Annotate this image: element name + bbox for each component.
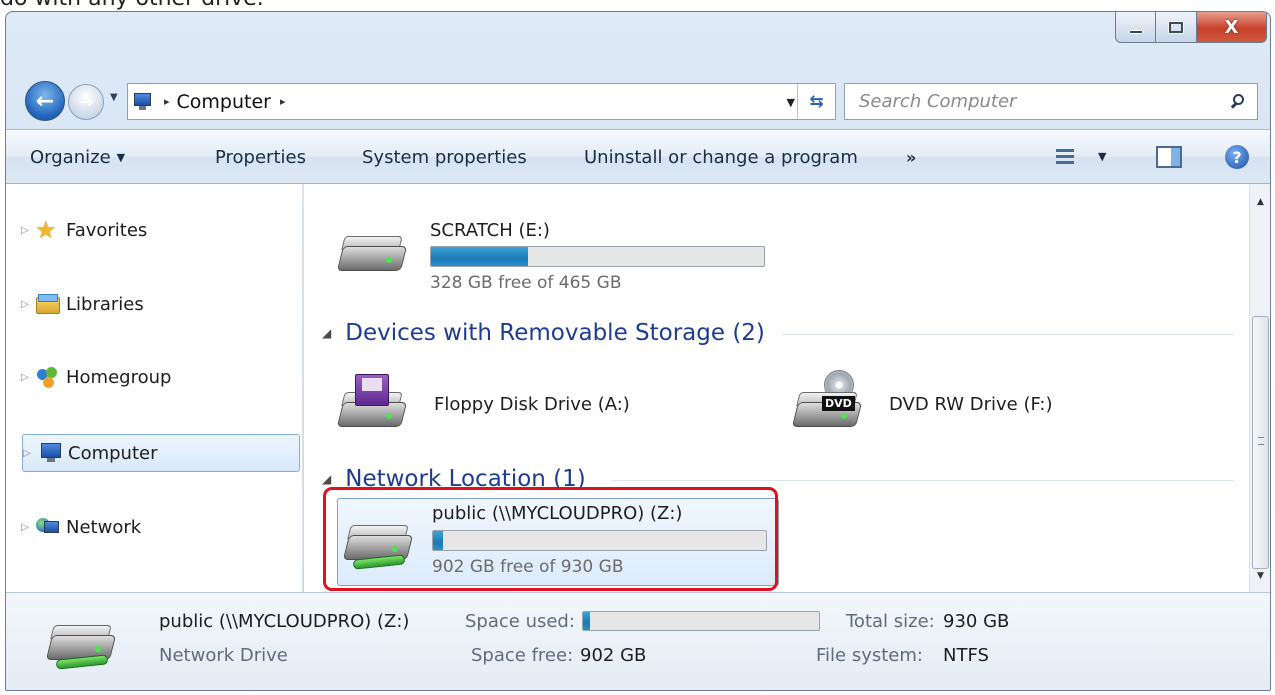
arrow-left-icon: ← [35, 88, 55, 114]
organize-label: Organize [30, 147, 111, 168]
expand-arrow-icon[interactable]: ▷ [21, 225, 35, 236]
breadcrumb-separator[interactable]: ▸ [164, 95, 170, 108]
file-system-label: File system: [816, 645, 923, 666]
group-divider [612, 480, 1234, 481]
breadcrumb-computer[interactable]: Computer [177, 91, 271, 113]
floppy-drive-icon [336, 374, 408, 440]
forward-button[interactable]: → [68, 84, 104, 120]
total-size-value: 930 GB [943, 611, 1010, 632]
details-pane: public (\\MYCLOUDPRO) (Z:) Network Drive… [6, 592, 1270, 690]
preview-pane-icon[interactable] [1156, 146, 1182, 168]
nav-item-homegroup[interactable]: ▷ Homegroup [21, 358, 299, 396]
refresh-button[interactable]: ⇆ [797, 84, 835, 119]
help-icon[interactable]: ? [1225, 145, 1249, 169]
nav-item-label: Network [66, 516, 142, 538]
group-divider [782, 334, 1234, 335]
group-header-label: Devices with Removable Storage (2) [345, 320, 765, 346]
file-system-value: NTFS [943, 645, 989, 666]
minimize-icon [1128, 30, 1143, 34]
change-view-icon[interactable] [1056, 148, 1074, 166]
properties-button[interactable]: Properties [215, 130, 306, 185]
libraries-icon [35, 293, 61, 315]
close-button[interactable]: X [1197, 12, 1267, 43]
address-bar[interactable]: ▸ Computer ▸ ▼ ⇆ [127, 83, 836, 120]
view-options-dropdown[interactable]: ▼ [1098, 150, 1106, 163]
group-header-removable[interactable]: ◢ Devices with Removable Storage (2) [322, 320, 765, 346]
scroll-thumb[interactable] [1252, 316, 1269, 569]
star-icon: ★ [35, 216, 57, 244]
nav-item-libraries[interactable]: ▷ Libraries [21, 285, 299, 323]
network-drive-icon [45, 613, 117, 673]
nav-item-label: Computer [68, 442, 158, 464]
scroll-up-button[interactable]: ▲ [1250, 192, 1270, 212]
drive-name: DVD RW Drive (F:) [889, 394, 1053, 415]
homegroup-icon [35, 366, 61, 388]
address-history-dropdown[interactable]: ▼ [787, 96, 795, 109]
expand-arrow-icon[interactable]: ▷ [21, 299, 35, 310]
breadcrumb-trail-arrow[interactable]: ▸ [280, 95, 286, 108]
navigation-pane: ▷ ★ Favorites ▷ Libraries ▷ Homegroup ▷ … [6, 184, 303, 592]
window-controls: X [1115, 12, 1267, 44]
maximize-icon [1169, 21, 1183, 33]
refresh-icon: ⇆ [809, 91, 824, 112]
navigation-row: ← → ▼ ▸ Computer ▸ ▼ ⇆ Search Computer [6, 74, 1270, 134]
space-free-value: 902 GB [580, 645, 647, 666]
space-used-fill [583, 612, 591, 630]
vertical-scrollbar[interactable]: ▲ ▼ [1249, 184, 1270, 592]
space-free-label: Space free: [471, 645, 574, 666]
uninstall-program-button[interactable]: Uninstall or change a program [584, 130, 858, 185]
maximize-button[interactable] [1156, 12, 1197, 43]
computer-icon [131, 92, 155, 111]
collapse-group-icon[interactable]: ◢ [322, 326, 331, 340]
total-size-label: Total size: [846, 611, 935, 632]
nav-item-network[interactable]: ▷ Network [21, 508, 299, 546]
dvd-badge: DVD [822, 396, 855, 411]
expand-arrow-icon[interactable]: ▷ [21, 372, 35, 383]
page-caption: do with any other drive. [0, 0, 264, 11]
details-drive-type: Network Drive [159, 645, 288, 666]
space-used-bar [582, 611, 820, 631]
system-properties-button[interactable]: System properties [362, 130, 527, 185]
scroll-down-button[interactable]: ▼ [1250, 566, 1270, 586]
nav-item-label: Favorites [66, 219, 148, 241]
computer-icon [37, 442, 63, 464]
more-commands-button[interactable]: » [906, 130, 916, 185]
drive-name: Floppy Disk Drive (A:) [434, 394, 630, 415]
collapse-group-icon[interactable]: ◢ [322, 472, 331, 486]
nav-item-label: Homegroup [66, 366, 172, 388]
nav-item-favorites[interactable]: ▷ ★ Favorites [21, 211, 299, 249]
nav-item-computer[interactable]: ▷ Computer [22, 434, 300, 472]
minimize-button[interactable] [1115, 12, 1156, 43]
details-drive-name: public (\\MYCLOUDPRO) (Z:) [159, 611, 410, 632]
arrow-right-icon: → [78, 91, 94, 113]
hard-drive-icon [336, 224, 408, 284]
network-icon [35, 516, 61, 538]
drive-name: SCRATCH (E:) [430, 220, 550, 241]
search-box[interactable]: Search Computer [844, 83, 1258, 120]
recent-pages-dropdown[interactable]: ▼ [110, 92, 118, 103]
chevron-down-icon: ▼ [116, 151, 126, 164]
expand-arrow-icon[interactable]: ▷ [21, 522, 35, 533]
command-bar: Organize ▼ Properties System properties U… [6, 129, 1270, 184]
highlight-annotation [323, 487, 778, 591]
organize-menu[interactable]: Organize ▼ [30, 130, 125, 185]
expand-arrow-icon[interactable]: ▷ [23, 448, 37, 459]
capacity-bar [430, 246, 765, 267]
close-icon: X [1224, 16, 1239, 38]
drive-free-space: 328 GB free of 465 GB [430, 273, 622, 293]
grip-icon [1258, 437, 1264, 445]
search-icon[interactable] [1229, 93, 1247, 111]
dvd-drive-icon: DVD [791, 370, 863, 440]
capacity-fill [431, 247, 528, 266]
space-used-label: Space used: [465, 611, 575, 632]
nav-item-label: Libraries [66, 293, 144, 315]
back-button[interactable]: ← [25, 81, 65, 121]
search-input[interactable]: Search Computer [859, 91, 1229, 112]
